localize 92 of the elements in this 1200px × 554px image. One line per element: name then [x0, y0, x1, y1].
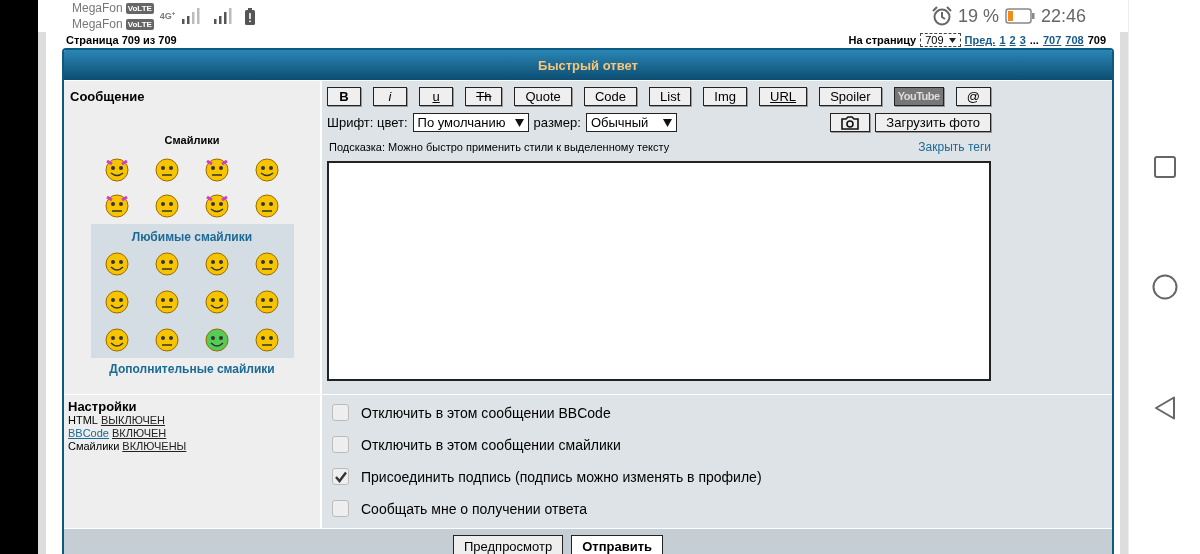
submit-button[interactable]: Предпросмотр [453, 535, 564, 554]
page-link[interactable]: 2 [1009, 34, 1016, 46]
battery-alert-icon [244, 7, 255, 25]
hint-text: Подсказка: Можно быстро применить стили к выделенному тексту [329, 141, 670, 153]
carrier-name: MegaFon [72, 16, 123, 32]
smiley-icon[interactable] [202, 326, 232, 354]
color-select[interactable]: По умолчанию [412, 113, 529, 132]
setting-value-link[interactable]: ВЫКЛЮЧЕН [100, 414, 165, 427]
smiley-icon[interactable] [102, 326, 132, 354]
checkbox[interactable] [332, 468, 349, 485]
battery-percent: 19 % [957, 5, 999, 27]
camera-button[interactable] [830, 113, 871, 132]
caret-icon [948, 37, 956, 43]
battery-icon [1004, 8, 1035, 24]
smiley-icon[interactable] [252, 250, 282, 278]
smiley-icon[interactable] [152, 288, 182, 316]
option-label: Присоединить подпись (подпись можно изменять в профиле) [361, 468, 762, 485]
alarm-icon [931, 6, 952, 26]
page-link[interactable]: 1 [999, 34, 1006, 46]
back-icon[interactable] [1153, 396, 1176, 420]
format-button[interactable]: u [419, 87, 454, 106]
format-button[interactable]: Spoiler [819, 87, 882, 106]
option-label: Отключить в этом сообщении BBCode [361, 404, 611, 421]
setting-name: Смайлики [68, 440, 120, 453]
upload-photo-button[interactable]: Загрузить фото [875, 113, 991, 132]
caret-icon [662, 118, 672, 127]
setting-value-link[interactable]: ВКЛЮЧЕН [112, 427, 167, 440]
volte-badge: VoLTE [125, 18, 154, 30]
settings-title: Настройки [68, 399, 138, 414]
smiley-icon[interactable] [202, 288, 232, 316]
close-tags-link[interactable]: Закрыть теги [918, 140, 991, 154]
format-button[interactable]: B [327, 87, 361, 106]
option-label: Отключить в этом сообщении смайлики [361, 436, 621, 453]
message-label: Сообщение [70, 89, 145, 104]
format-button[interactable]: Img [703, 87, 747, 106]
smiley-icon[interactable] [102, 288, 132, 316]
smiley-icon[interactable] [203, 156, 231, 182]
option-label: Сообщать мне о получении ответа [361, 500, 588, 517]
message-textarea[interactable] [327, 161, 991, 381]
page-info: Страница 709 из 709 [66, 34, 177, 46]
smiley-icon[interactable] [253, 192, 281, 218]
smiley-icon[interactable] [102, 250, 132, 278]
smiley-icon[interactable] [202, 250, 232, 278]
home-icon[interactable] [1151, 274, 1178, 300]
pagination-ellipsis: ... [1029, 34, 1039, 46]
format-button[interactable]: Code [583, 87, 637, 106]
page-link[interactable]: 707 [1042, 34, 1062, 46]
format-button[interactable]: URL [759, 87, 808, 106]
setting-value-link[interactable]: ВКЛЮЧЕНЫ [122, 440, 187, 453]
clock-time: 22:46 [1040, 5, 1086, 27]
caret-icon [514, 118, 524, 127]
smiley-icon[interactable] [252, 326, 282, 354]
recents-icon[interactable] [1153, 156, 1176, 178]
network-type: 4G⁺ [159, 10, 175, 22]
smiley-icon[interactable] [103, 192, 131, 218]
carrier-name: MegaFon [72, 0, 123, 16]
format-button[interactable]: i [373, 87, 408, 106]
smiley-icon[interactable] [203, 192, 231, 218]
setting-name: HTML [68, 414, 98, 427]
submit-button[interactable]: Отправить [571, 535, 663, 554]
format-button[interactable]: Quote [514, 87, 572, 106]
checkbox[interactable] [332, 436, 349, 453]
page-link[interactable]: 708 [1065, 34, 1084, 46]
size-label: размер: [533, 115, 581, 130]
favourites-link[interactable]: Любимые смайлики [131, 230, 253, 244]
prev-page-link[interactable]: Пред. [964, 34, 996, 46]
checkbox[interactable] [332, 404, 349, 421]
page-select[interactable]: 709 [920, 33, 961, 47]
format-button[interactable]: Th [465, 87, 503, 106]
smiley-icon[interactable] [103, 156, 131, 182]
smiley-icon[interactable] [153, 156, 181, 182]
smiley-icon[interactable] [252, 288, 282, 316]
setting-link[interactable]: BBCode [68, 427, 109, 440]
current-page: 709 [1087, 34, 1106, 46]
format-button[interactable]: List [649, 87, 692, 106]
more-smilies-link[interactable]: Дополнительные смайлики [109, 362, 275, 376]
smiley-icon[interactable] [153, 192, 181, 218]
format-button[interactable]: @ [955, 87, 991, 106]
smiley-icon[interactable] [253, 156, 281, 182]
smiley-icon[interactable] [152, 326, 182, 354]
font-color-label: Шрифт: цвет: [327, 115, 408, 130]
signal-icon [212, 8, 233, 24]
pagination-label: На страницу [848, 34, 917, 46]
smilies-title: Смайлики [164, 134, 220, 146]
camera-icon [841, 115, 860, 130]
signal-icon [180, 8, 201, 24]
size-select[interactable]: Обычный [585, 113, 677, 132]
checkbox[interactable] [332, 500, 349, 517]
volte-badge: VoLTE [125, 2, 154, 14]
panel-title: Быстрый ответ [538, 57, 638, 73]
page-link[interactable]: 3 [1019, 34, 1026, 46]
smiley-icon[interactable] [152, 250, 182, 278]
